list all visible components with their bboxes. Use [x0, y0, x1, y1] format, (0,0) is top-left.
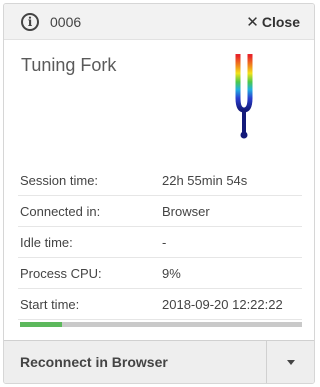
detail-label: Start time: — [20, 297, 80, 312]
app-title: Tuning Fork — [21, 55, 117, 75]
detail-label: Session time: — [20, 173, 99, 188]
detail-value: - — [162, 235, 167, 250]
detail-row-connected-in: Connected in: Browser — [18, 196, 302, 227]
info-icon[interactable]: i — [21, 13, 39, 31]
session-card: i 0006 ✕ Close Tuning Fork Session time: — [3, 3, 315, 384]
close-button[interactable]: ✕ Close — [246, 13, 300, 31]
progress-fill — [20, 322, 63, 327]
detail-row-idle-time: Idle time: - — [18, 227, 302, 258]
tuning-fork-icon — [235, 54, 253, 139]
detail-row-session-time: Session time: 22h 55min 54s — [18, 165, 302, 196]
detail-value: 2018-09-20 12:22:22 — [162, 297, 283, 312]
detail-label: Process CPU: — [20, 266, 102, 281]
caret-down-icon — [287, 360, 295, 365]
close-icon: ✕ — [246, 13, 259, 31]
detail-row-start-time: Start time: 2018-09-20 12:22:22 — [18, 289, 302, 320]
detail-value: 22h 55min 54s — [162, 173, 248, 188]
reconnect-button[interactable]: Reconnect in Browser — [4, 341, 266, 383]
reconnect-label: Reconnect in Browser — [20, 354, 168, 370]
detail-value: 9% — [162, 266, 181, 281]
detail-label: Idle time: — [20, 235, 73, 250]
card-header: i 0006 ✕ Close — [4, 4, 314, 40]
progress-bar — [20, 322, 302, 327]
reconnect-options-dropdown[interactable] — [266, 341, 314, 383]
detail-row-process-cpu: Process CPU: 9% — [18, 258, 302, 289]
detail-value: Browser — [162, 204, 210, 219]
detail-label: Connected in: — [20, 204, 101, 219]
close-label: Close — [261, 14, 300, 30]
session-details: Session time: 22h 55min 54s Connected in… — [18, 165, 302, 320]
card-footer: Reconnect in Browser — [4, 340, 314, 383]
session-id: 0006 — [50, 14, 82, 30]
